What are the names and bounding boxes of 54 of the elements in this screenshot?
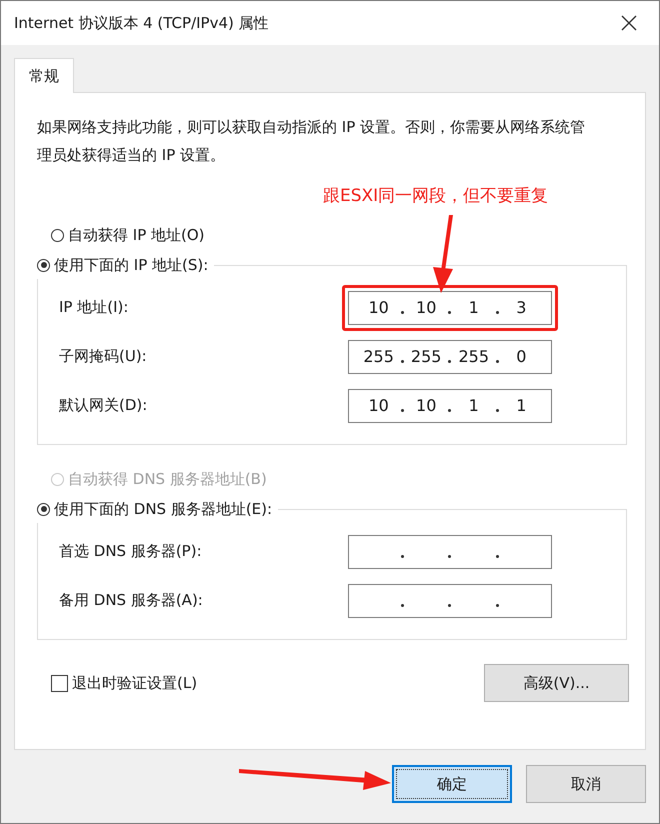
tab[interactable]: 常规 xyxy=(14,58,74,93)
radio-button[interactable] xyxy=(37,502,50,516)
dot-separator xyxy=(400,409,404,412)
radio-label: 自动获得 DNS 服务器地址(B) xyxy=(68,470,267,488)
annotation-text: 跟ESXI同一网段，但不要重复 xyxy=(323,184,548,206)
dialog-button[interactable]: 取消 xyxy=(526,765,646,803)
octet-text: 255 xyxy=(362,347,395,366)
field-label: 首选 DNS 服务器(P): xyxy=(59,542,203,561)
dot-separator xyxy=(496,360,500,363)
dot-separator xyxy=(400,360,404,363)
dot-separator xyxy=(448,360,452,363)
radio-label: 使用下面的 IP 地址(S): xyxy=(54,256,208,274)
octet-text: 10 xyxy=(415,396,438,415)
octet-text: 255 xyxy=(457,347,490,366)
octet-text: 10 xyxy=(367,396,390,415)
dot-separator xyxy=(400,555,404,558)
dot-separator xyxy=(448,555,452,558)
dot-separator xyxy=(448,409,452,412)
octet-text: 255 xyxy=(410,347,442,366)
field-label: 备用 DNS 服务器(A): xyxy=(59,591,204,610)
radio-label: 使用下面的 DNS 服务器地址(E): xyxy=(54,500,272,518)
checkbox-label: 退出时验证设置(L) xyxy=(72,674,198,692)
radio-button[interactable] xyxy=(37,258,50,272)
octet-text: 1 xyxy=(468,298,480,317)
ip-address-field[interactable]: 255 255 255 0 xyxy=(348,340,552,374)
dialog-button[interactable]: 确定 xyxy=(392,765,512,803)
dot-separator xyxy=(448,311,452,314)
radio-label: 自动获得 IP 地址(O) xyxy=(68,226,205,244)
octet-text: 3 xyxy=(515,298,528,317)
dot-separator xyxy=(496,409,500,412)
checkbox[interactable] xyxy=(51,674,68,692)
octet-text: 10 xyxy=(367,298,390,317)
ip-address-field[interactable]: 10 10 1 1 xyxy=(348,388,552,422)
dot-separator xyxy=(400,604,404,607)
field-label: 子网掩码(U): xyxy=(59,347,148,366)
dot-separator xyxy=(496,555,500,558)
dot-separator xyxy=(400,311,404,314)
dot-separator xyxy=(496,311,500,314)
octet-text: 0 xyxy=(515,347,528,366)
field-label: IP 地址(I): xyxy=(59,298,130,317)
field-label: 默认网关(D): xyxy=(59,396,148,415)
octet-text: 1 xyxy=(468,396,480,415)
radio-button[interactable] xyxy=(51,228,64,242)
close-icon[interactable] xyxy=(621,15,637,31)
advanced-button[interactable]: 高级(V)... xyxy=(484,664,629,702)
window-title: Internet 协议版本 4 (TCP/IPv4) 属性 xyxy=(14,14,269,32)
ip-address-field[interactable]: 10 10 1 3 xyxy=(348,290,552,324)
octet-text: 10 xyxy=(415,298,438,317)
dot-separator xyxy=(496,604,500,607)
ip-address-field[interactable] xyxy=(348,534,552,568)
dot-separator xyxy=(448,604,452,607)
ip-address-field[interactable] xyxy=(348,584,552,618)
octet-text: 1 xyxy=(515,396,528,415)
description-text: 如果网络支持此功能，则可以获取自动指派的 IP 设置。否则，你需要从网络系统管理员处获得适当的 IP 设置。 xyxy=(37,117,586,166)
